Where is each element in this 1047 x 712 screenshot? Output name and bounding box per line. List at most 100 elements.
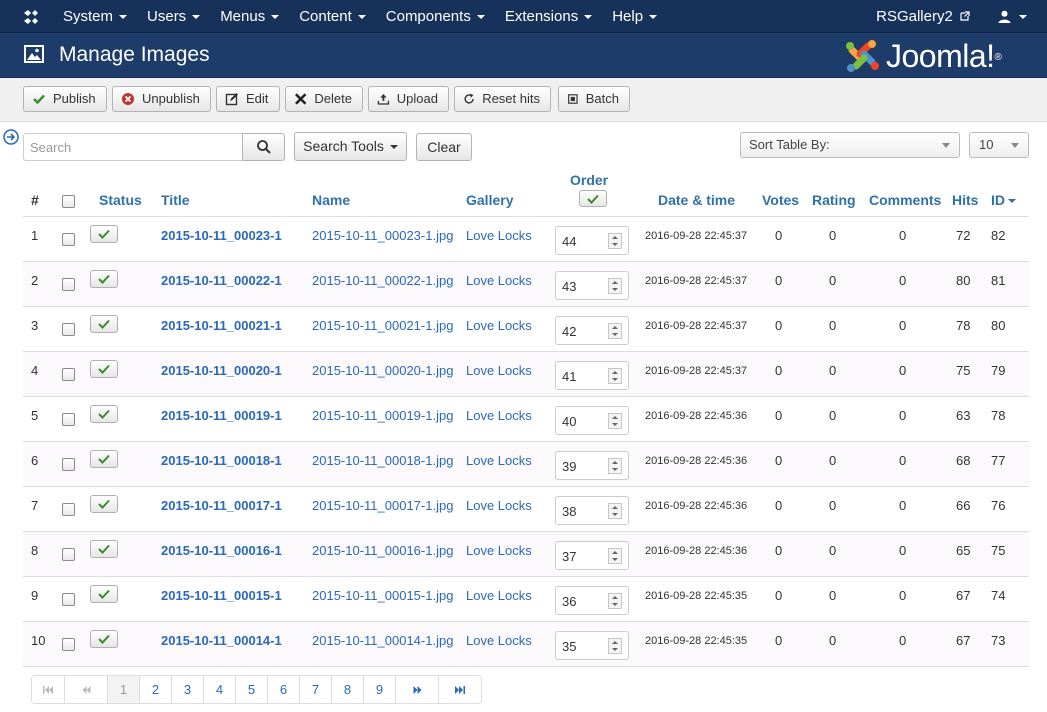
image-name-link[interactable]: 2015-10-11_00021-1.jpg <box>312 318 453 333</box>
row-checkbox[interactable] <box>62 638 75 651</box>
image-title-link[interactable]: 2015-10-11_00016-1 <box>161 543 282 558</box>
col-hits[interactable]: Hits <box>952 192 978 208</box>
batch-button[interactable]: Batch <box>558 86 630 112</box>
order-spinner[interactable] <box>608 233 622 249</box>
image-name-link[interactable]: 2015-10-11_00019-1.jpg <box>312 408 453 423</box>
order-spinner[interactable] <box>608 458 622 474</box>
check-all-checkbox[interactable] <box>62 195 75 208</box>
row-checkbox[interactable] <box>62 413 75 426</box>
col-date[interactable]: Date & time <box>658 192 735 208</box>
site-link[interactable]: RSGallery2 <box>876 0 998 33</box>
col-name[interactable]: Name <box>312 192 350 208</box>
menu-system[interactable]: System <box>53 0 137 33</box>
order-spinner[interactable] <box>608 413 622 429</box>
delete-button[interactable]: Delete <box>285 86 363 112</box>
publish-toggle-button[interactable] <box>90 495 118 513</box>
menu-content[interactable]: Content <box>289 0 376 33</box>
publish-toggle-button[interactable] <box>90 360 118 378</box>
gallery-link[interactable]: Love Locks <box>466 543 532 558</box>
edit-button[interactable]: Edit <box>216 86 280 112</box>
order-spinner[interactable] <box>608 593 622 609</box>
sort-select[interactable]: Sort Table By: <box>740 132 960 158</box>
order-spinner[interactable] <box>608 368 622 384</box>
image-name-link[interactable]: 2015-10-11_00020-1.jpg <box>312 363 453 378</box>
image-title-link[interactable]: 2015-10-11_00020-1 <box>161 363 282 378</box>
order-spinner[interactable] <box>608 323 622 339</box>
publish-toggle-button[interactable] <box>90 270 118 288</box>
search-input[interactable] <box>23 133 243 161</box>
image-title-link[interactable]: 2015-10-11_00022-1 <box>161 273 282 288</box>
save-order-button[interactable] <box>579 190 607 207</box>
image-name-link[interactable]: 2015-10-11_00017-1.jpg <box>312 498 453 513</box>
image-name-link[interactable]: 2015-10-11_00015-1.jpg <box>312 588 453 603</box>
gallery-link[interactable]: Love Locks <box>466 228 532 243</box>
col-status[interactable]: Status <box>99 192 142 208</box>
order-input[interactable]: 35 <box>555 631 629 660</box>
reset-hits-button[interactable]: Reset hits <box>454 86 551 112</box>
order-input[interactable]: 38 <box>555 496 629 525</box>
col-comments[interactable]: Comments <box>869 192 941 208</box>
order-spinner[interactable] <box>608 278 622 294</box>
page-3-button[interactable]: 3 <box>171 676 203 703</box>
gallery-link[interactable]: Love Locks <box>466 453 532 468</box>
row-checkbox[interactable] <box>62 503 75 516</box>
gallery-link[interactable]: Love Locks <box>466 363 532 378</box>
gallery-link[interactable]: Love Locks <box>466 318 532 333</box>
publish-toggle-button[interactable] <box>90 540 118 558</box>
col-gallery[interactable]: Gallery <box>466 192 513 208</box>
order-input[interactable]: 40 <box>555 406 629 435</box>
row-checkbox[interactable] <box>62 323 75 336</box>
row-checkbox[interactable] <box>62 278 75 291</box>
image-title-link[interactable]: 2015-10-11_00017-1 <box>161 498 282 513</box>
image-name-link[interactable]: 2015-10-11_00022-1.jpg <box>312 273 453 288</box>
page-5-button[interactable]: 5 <box>235 676 267 703</box>
order-input[interactable]: 43 <box>555 271 629 300</box>
order-input[interactable]: 36 <box>555 586 629 615</box>
col-order[interactable]: Order <box>570 172 608 188</box>
gallery-link[interactable]: Love Locks <box>466 588 532 603</box>
first-page-button[interactable] <box>32 676 64 703</box>
page-6-button[interactable]: 6 <box>267 676 299 703</box>
image-name-link[interactable]: 2015-10-11_00023-1.jpg <box>312 228 453 243</box>
publish-toggle-button[interactable] <box>90 450 118 468</box>
image-title-link[interactable]: 2015-10-11_00023-1 <box>161 228 282 243</box>
order-input[interactable]: 39 <box>555 451 629 480</box>
page-9-button[interactable]: 9 <box>363 676 395 703</box>
page-8-button[interactable]: 8 <box>331 676 363 703</box>
gallery-link[interactable]: Love Locks <box>466 273 532 288</box>
page-4-button[interactable]: 4 <box>203 676 235 703</box>
user-menu[interactable] <box>998 0 1047 33</box>
next-page-button[interactable] <box>395 676 438 703</box>
publish-toggle-button[interactable] <box>90 315 118 333</box>
order-input[interactable]: 41 <box>555 361 629 390</box>
sidebar-toggle-icon[interactable] <box>3 129 19 145</box>
image-title-link[interactable]: 2015-10-11_00019-1 <box>161 408 282 423</box>
row-checkbox[interactable] <box>62 593 75 606</box>
image-name-link[interactable]: 2015-10-11_00014-1.jpg <box>312 633 453 648</box>
search-tools-button[interactable]: Search Tools <box>294 132 407 161</box>
order-spinner[interactable] <box>608 638 622 654</box>
image-title-link[interactable]: 2015-10-11_00014-1 <box>161 633 282 648</box>
last-page-button[interactable] <box>438 676 481 703</box>
image-name-link[interactable]: 2015-10-11_00018-1.jpg <box>312 453 453 468</box>
row-checkbox[interactable] <box>62 458 75 471</box>
col-id[interactable]: ID <box>991 192 1016 208</box>
joomla-icon[interactable] <box>21 7 41 27</box>
upload-button[interactable]: Upload <box>368 86 449 112</box>
row-checkbox[interactable] <box>62 548 75 561</box>
publish-toggle-button[interactable] <box>90 630 118 648</box>
publish-toggle-button[interactable] <box>90 585 118 603</box>
page-7-button[interactable]: 7 <box>299 676 331 703</box>
image-title-link[interactable]: 2015-10-11_00021-1 <box>161 318 282 333</box>
menu-users[interactable]: Users <box>137 0 210 33</box>
gallery-link[interactable]: Love Locks <box>466 498 532 513</box>
publish-toggle-button[interactable] <box>90 225 118 243</box>
col-title[interactable]: Title <box>161 192 190 208</box>
publish-button[interactable]: Publish <box>23 86 107 112</box>
order-input[interactable]: 44 <box>555 226 629 255</box>
page-1-button[interactable]: 1 <box>107 676 139 703</box>
order-input[interactable]: 37 <box>555 541 629 570</box>
menu-extensions[interactable]: Extensions <box>495 0 602 33</box>
col-rating[interactable]: Rating <box>812 192 856 208</box>
col-votes[interactable]: Votes <box>762 192 799 208</box>
